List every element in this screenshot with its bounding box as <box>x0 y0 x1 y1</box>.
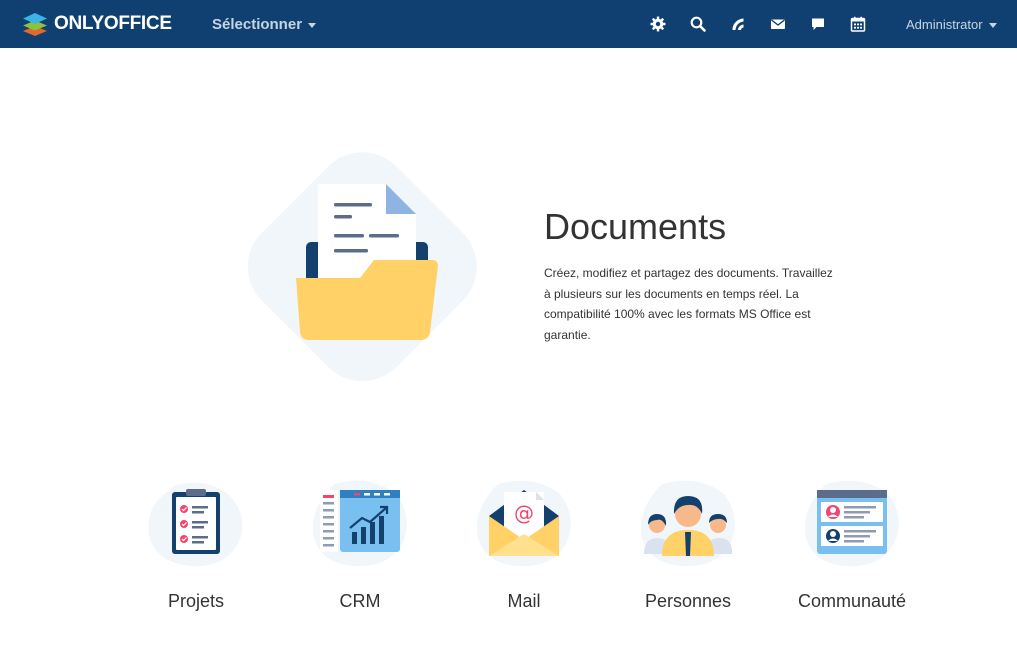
hero-title: Documents <box>544 206 727 247</box>
settings-button[interactable] <box>648 14 668 34</box>
module-label: Communauté <box>797 591 907 611</box>
feed-icon <box>732 18 744 30</box>
top-navigation-bar: ONLYOFFICE Sélectionner Administrator <box>0 0 1017 48</box>
mail-module-icon: @ <box>476 480 571 567</box>
crm-icon <box>312 480 407 567</box>
hero-description: Créez, modifiez et partagez des document… <box>544 266 833 342</box>
chevron-down-icon <box>988 22 997 28</box>
chat-button[interactable] <box>808 14 828 34</box>
calendar-button[interactable] <box>848 14 868 34</box>
user-name: Administrator <box>906 16 983 32</box>
people-icon <box>640 480 735 567</box>
documents-illustration[interactable] <box>224 132 502 400</box>
onlyoffice-logo[interactable]: ONLYOFFICE <box>22 11 172 37</box>
module-selector-label: Sélectionner <box>212 15 303 33</box>
gear-icon <box>650 16 666 32</box>
mail-button[interactable] <box>768 14 788 34</box>
feed-button[interactable] <box>728 14 748 34</box>
projects-icon <box>148 482 243 567</box>
module-mail[interactable]: @ Mail <box>449 478 599 618</box>
chat-icon <box>812 18 824 30</box>
search-icon <box>690 16 706 32</box>
module-community[interactable]: Communauté <box>777 478 927 618</box>
calendar-icon <box>850 16 866 32</box>
logo-layers-icon <box>23 13 47 36</box>
svg-text:@: @ <box>514 501 534 525</box>
documents-folder-icon <box>247 152 477 382</box>
module-label: Projets <box>167 591 225 611</box>
user-menu-dropdown[interactable]: Administrator <box>906 15 997 33</box>
module-label: CRM <box>339 591 381 611</box>
mail-icon <box>771 19 785 29</box>
module-people[interactable]: Personnes <box>613 478 763 618</box>
module-label: Personnes <box>644 591 732 611</box>
search-button[interactable] <box>688 14 708 34</box>
logo-text: ONLYOFFICE <box>54 13 172 34</box>
module-selector-dropdown[interactable]: Sélectionner <box>212 14 317 34</box>
chevron-down-icon <box>308 22 317 28</box>
module-projects[interactable]: Projets <box>121 478 271 618</box>
community-icon <box>804 480 899 567</box>
module-label: Mail <box>507 591 541 611</box>
module-crm[interactable]: CRM <box>285 478 435 618</box>
